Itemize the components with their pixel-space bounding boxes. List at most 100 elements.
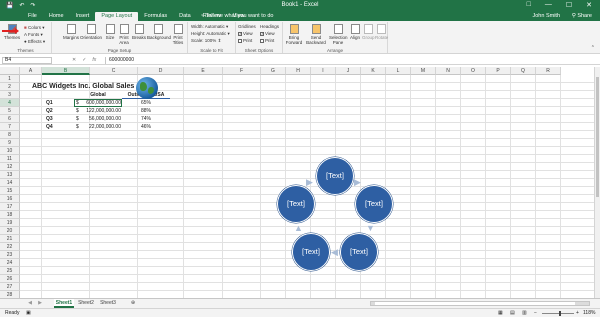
gridlines-view-checkbox[interactable]: View: [238, 31, 253, 36]
row-header[interactable]: 16: [0, 195, 20, 203]
column-header[interactable]: M: [411, 67, 436, 75]
row-header[interactable]: 24: [0, 259, 20, 267]
row-header[interactable]: 19: [0, 219, 20, 227]
row-header[interactable]: 27: [0, 283, 20, 291]
tab-formulas[interactable]: Formulas: [138, 12, 173, 21]
column-header[interactable]: C: [90, 67, 138, 75]
row-header[interactable]: 23: [0, 251, 20, 259]
row-header[interactable]: 15: [0, 187, 20, 195]
headings-view-checkbox[interactable]: View: [260, 31, 275, 36]
minimize-button[interactable]: —: [545, 1, 552, 9]
row-header[interactable]: 22: [0, 243, 20, 251]
column-header[interactable]: K: [361, 67, 386, 75]
normal-view-icon[interactable]: ▦: [498, 309, 503, 317]
vertical-scrollbar[interactable]: [594, 67, 600, 298]
tell-me-search[interactable]: ♀ Tell me what you want to do: [200, 13, 273, 19]
column-header[interactable]: O: [461, 67, 486, 75]
width-dropdown[interactable]: Width: Automatic ▾: [191, 24, 228, 30]
zoom-out-button[interactable]: −: [534, 309, 537, 317]
prev-sheet-icon[interactable]: ◀: [26, 299, 34, 308]
tab-insert[interactable]: Insert: [70, 12, 96, 21]
vertical-scroll-thumb[interactable]: [596, 77, 599, 197]
column-header[interactable]: P: [486, 67, 511, 75]
column-header[interactable]: R: [536, 67, 561, 75]
row-header[interactable]: 26: [0, 275, 20, 283]
smartart-cycle[interactable]: [Text] [Text] [Text] [Text] [Text] ▶ ▼ ◀…: [276, 153, 396, 273]
select-all-corner[interactable]: [0, 67, 20, 75]
cycle-node[interactable]: [Text]: [340, 233, 378, 271]
cycle-node[interactable]: [Text]: [277, 185, 315, 223]
row-header[interactable]: 2: [0, 83, 20, 91]
column-header[interactable]: Q: [511, 67, 536, 75]
zoom-slider[interactable]: [542, 313, 574, 314]
row-header[interactable]: 3: [0, 91, 20, 99]
row-header[interactable]: 5: [0, 107, 20, 115]
row-header[interactable]: 4: [0, 99, 20, 107]
effects-dropdown[interactable]: ● Effects ▾: [24, 39, 45, 45]
row-header[interactable]: 28: [0, 291, 20, 298]
cancel-icon[interactable]: ✕: [72, 57, 76, 63]
ribbon-display-options-icon[interactable]: □: [527, 1, 531, 9]
enter-icon[interactable]: ✓: [82, 57, 86, 63]
column-header[interactable]: L: [386, 67, 411, 75]
height-dropdown[interactable]: Height: Automatic ▾: [191, 31, 230, 37]
cycle-node[interactable]: [Text]: [292, 233, 330, 271]
formula-input[interactable]: 600000000: [105, 57, 593, 64]
orientation-button[interactable]: Orientation: [80, 24, 102, 40]
column-header[interactable]: G: [261, 67, 286, 75]
row-header[interactable]: 14: [0, 179, 20, 187]
new-sheet-button[interactable]: ⊕: [128, 299, 138, 308]
row-header[interactable]: 10: [0, 147, 20, 155]
restore-button[interactable]: ☐: [566, 1, 572, 9]
cycle-node[interactable]: [Text]: [355, 185, 393, 223]
column-header[interactable]: N: [436, 67, 461, 75]
row-header[interactable]: 18: [0, 211, 20, 219]
page-layout-view-icon[interactable]: ▤: [510, 309, 515, 317]
column-header[interactable]: F: [223, 67, 261, 75]
row-header[interactable]: 25: [0, 267, 20, 275]
row-header[interactable]: 17: [0, 203, 20, 211]
colors-dropdown[interactable]: ■ Colors ▾: [24, 25, 45, 31]
user-account[interactable]: John Smith: [532, 13, 560, 19]
row-header[interactable]: 13: [0, 171, 20, 179]
column-header[interactable]: H: [286, 67, 311, 75]
column-header[interactable]: A: [20, 67, 42, 75]
rotate-button[interactable]: Rotate: [375, 24, 388, 40]
column-header[interactable]: D: [138, 67, 184, 75]
tab-data[interactable]: Data: [173, 12, 197, 21]
column-header[interactable]: E: [184, 67, 223, 75]
row-header[interactable]: 8: [0, 131, 20, 139]
collapse-ribbon-icon[interactable]: ⌃: [591, 45, 595, 51]
column-header[interactable]: J: [336, 67, 361, 75]
zoom-level[interactable]: 118%: [583, 309, 595, 317]
sheet-tab-sheet1[interactable]: Sheet1: [54, 299, 74, 308]
bring-forward-button[interactable]: Bring Forward: [285, 24, 303, 45]
row-header[interactable]: 20: [0, 227, 20, 235]
print-area-button[interactable]: Print Area: [117, 24, 131, 45]
row-header[interactable]: 12: [0, 163, 20, 171]
background-button[interactable]: Background: [147, 24, 171, 40]
sheet-tab-sheet2[interactable]: Sheet2: [76, 299, 96, 308]
close-button[interactable]: ✕: [586, 1, 592, 9]
row-header[interactable]: 1: [0, 75, 20, 83]
name-box[interactable]: B4: [2, 57, 52, 64]
globe-image[interactable]: [136, 77, 158, 99]
row-header[interactable]: 11: [0, 155, 20, 163]
breaks-button[interactable]: Breaks: [132, 24, 146, 40]
group-button[interactable]: Group: [362, 24, 375, 40]
horizontal-scroll-thumb[interactable]: [375, 302, 575, 305]
row-header[interactable]: 7: [0, 123, 20, 131]
send-backward-button[interactable]: Send Backward: [305, 24, 327, 45]
gridlines-print-checkbox[interactable]: Print: [238, 38, 252, 43]
insert-function-icon[interactable]: fx: [92, 57, 96, 63]
fonts-dropdown[interactable]: A Fonts ▾: [24, 32, 43, 38]
row-header[interactable]: 6: [0, 115, 20, 123]
share-button[interactable]: ⚲ Share: [572, 13, 592, 19]
horizontal-scrollbar[interactable]: [370, 301, 590, 306]
column-header[interactable]: I: [311, 67, 336, 75]
zoom-slider-thumb[interactable]: [559, 311, 561, 316]
row-header[interactable]: 21: [0, 235, 20, 243]
tab-page-layout[interactable]: Page Layout: [95, 12, 139, 21]
cycle-node[interactable]: [Text]: [316, 157, 354, 195]
page-break-view-icon[interactable]: ▥: [522, 309, 527, 317]
